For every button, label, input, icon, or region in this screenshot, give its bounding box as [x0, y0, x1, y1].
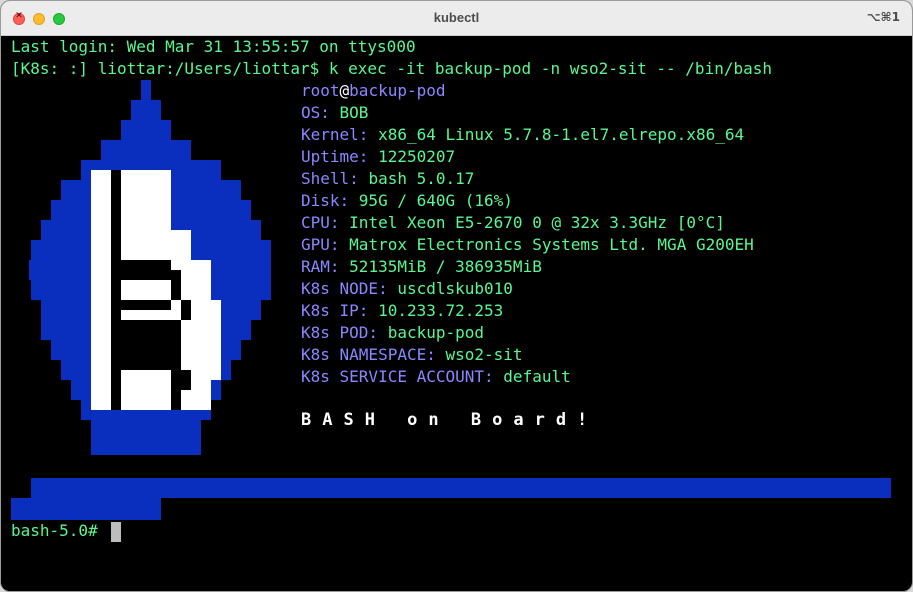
info-value: 95G / 640G (16%): [358, 191, 513, 210]
info-row: K8s SERVICE ACCOUNT: default: [301, 366, 571, 388]
user: root: [301, 81, 340, 100]
info-value: Matrox Electronics Systems Ltd. MGA G200…: [349, 235, 754, 254]
info-key: K8s NAMESPACE:: [301, 345, 446, 364]
info-value: default: [503, 367, 571, 386]
info-row: OS: BOB: [301, 102, 368, 124]
info-value: bash 5.0.17: [368, 169, 475, 188]
info-value: BOB: [339, 103, 369, 122]
info-key: K8s SERVICE ACCOUNT:: [301, 367, 504, 386]
info-key: K8s NODE:: [301, 279, 398, 298]
info-row: K8s POD: backup-pod: [301, 322, 484, 344]
info-value: 12250207: [378, 147, 456, 166]
info-key: Shell:: [301, 169, 369, 188]
info-value: backup-pod: [387, 323, 485, 342]
bash-banner: BASH on Board!: [301, 410, 599, 430]
user-host-line: root@backup-pod: [301, 80, 446, 102]
info-row: K8s NAMESPACE: wso2-sit: [301, 344, 523, 366]
info-key: Kernel:: [301, 125, 379, 144]
info-value: 10.233.72.253: [378, 301, 504, 320]
window-title: kubectl: [433, 10, 480, 25]
bash-logo-icon: [29, 80, 271, 455]
logo-underline-bar-short: [11, 498, 161, 520]
info-value: wso2-sit: [445, 345, 523, 364]
host: backup-pod: [349, 81, 446, 100]
terminal-window: ✕ kubectl ⌥⌘1 Last login: Wed Mar 31 13:…: [0, 0, 913, 592]
info-key: K8s POD:: [301, 323, 388, 342]
info-value: uscdlskub010: [397, 279, 513, 298]
terminal-cursor[interactable]: [111, 522, 121, 542]
info-key: RAM:: [301, 257, 350, 276]
info-row: K8s NODE: uscdlskub010: [301, 278, 513, 300]
info-row: Uptime: 12250207: [301, 146, 455, 168]
info-row: Disk: 95G / 640G (16%): [301, 190, 513, 212]
at-sign: @: [339, 81, 350, 100]
shell-prompt: bash-5.0#: [11, 521, 108, 540]
title-bar[interactable]: ✕ kubectl ⌥⌘1: [1, 1, 912, 36]
last-login-line: Last login: Wed Mar 31 13:55:57 on ttys0…: [11, 37, 416, 56]
info-key: OS:: [301, 103, 340, 122]
info-key: GPU:: [301, 235, 350, 254]
logo-underline-bar: [31, 478, 891, 498]
info-row: Kernel: x86_64 Linux 5.7.8-1.el7.elrepo.…: [301, 124, 744, 146]
command-line: [K8s: :] liottar:/Users/liottar$ k exec …: [11, 59, 772, 78]
info-value: x86_64 Linux 5.7.8-1.el7.elrepo.x86_64: [378, 125, 745, 144]
info-key: K8s IP:: [301, 301, 379, 320]
info-key: CPU:: [301, 213, 350, 232]
info-value: 52135MiB / 386935MiB: [349, 257, 542, 276]
info-key: Disk:: [301, 191, 359, 210]
info-key: Uptime:: [301, 147, 379, 166]
info-row: GPU: Matrox Electronics Systems Ltd. MGA…: [301, 234, 754, 256]
info-row: K8s IP: 10.233.72.253: [301, 300, 503, 322]
info-row: RAM: 52135MiB / 386935MiB: [301, 256, 542, 278]
info-value: Intel Xeon E5-2670 0 @ 32x 3.3GHz [0°C]: [349, 213, 725, 232]
window-shortcut: ⌥⌘1: [866, 10, 900, 24]
info-row: Shell: bash 5.0.17: [301, 168, 474, 190]
info-row: CPU: Intel Xeon E5-2670 0 @ 32x 3.3GHz […: [301, 212, 725, 234]
